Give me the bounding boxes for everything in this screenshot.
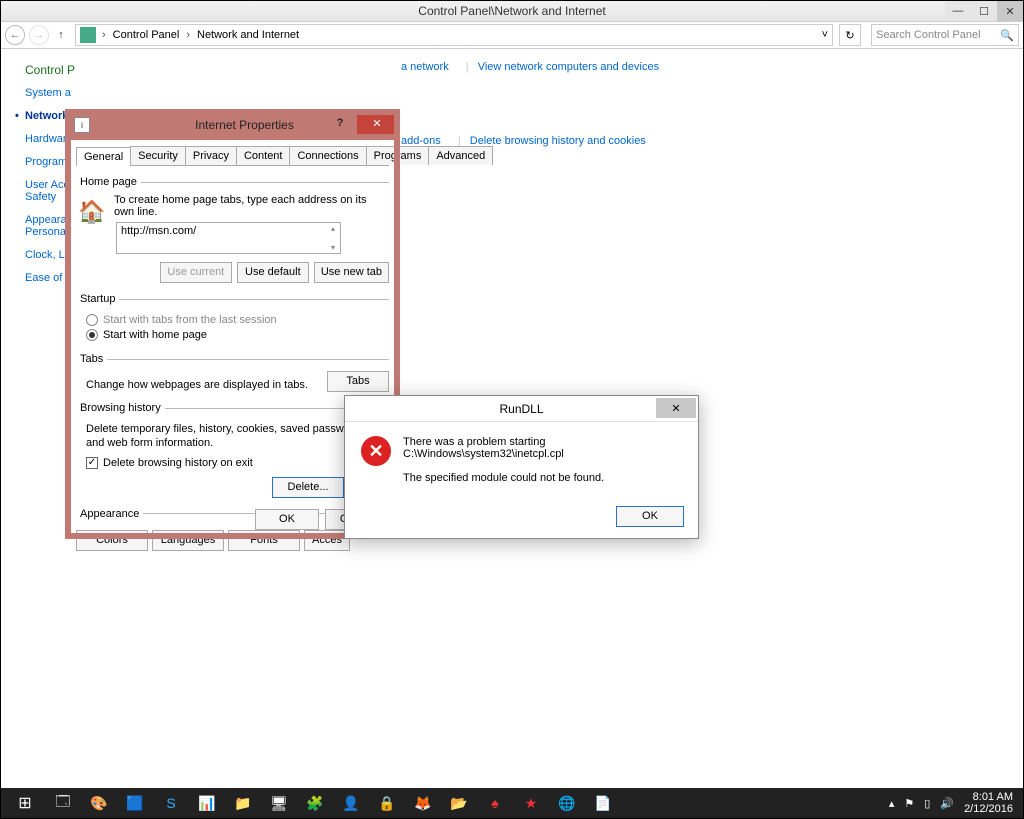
link-view-computers[interactable]: View network computers and devices — [478, 61, 659, 73]
close-button[interactable]: ✕ — [997, 1, 1023, 21]
homepage-group: Home page 🏠 To create home page tabs, ty… — [76, 176, 389, 283]
taskbar-app-icon[interactable]: 🎨 — [81, 788, 117, 818]
breadcrumb[interactable]: › Control Panel › Network and Internet ˅ — [75, 24, 833, 46]
startup-legend: Startup — [76, 293, 119, 305]
taskbar-app-icon[interactable]: 🟦 — [117, 788, 153, 818]
languages-button[interactable]: Languages — [152, 530, 224, 551]
system-tray[interactable]: ▴ ⚑ ▯ 🔊 8:01 AM 2/12/2016 — [889, 791, 1019, 815]
error-line2: The specified module could not be found. — [403, 472, 682, 484]
maximize-button[interactable]: ☐ — [971, 1, 997, 21]
address-bar: ← → ↑ › Control Panel › Network and Inte… — [1, 22, 1023, 49]
chevron-right-icon: › — [102, 29, 106, 41]
radio-home-page[interactable]: Start with home page — [86, 329, 389, 341]
up-button[interactable]: ↑ — [53, 29, 69, 41]
radio-last-session[interactable]: Start with tabs from the last session — [86, 314, 389, 326]
tab-general[interactable]: General — [76, 147, 131, 166]
error-ok-button[interactable]: OK — [616, 506, 684, 527]
tray-volume-icon[interactable]: 🔊 — [940, 797, 954, 810]
radio-icon — [86, 329, 98, 341]
startup-group: Startup Start with tabs from the last se… — [76, 293, 389, 343]
home-icon: 🏠 — [76, 196, 108, 228]
tray-network-icon[interactable]: ▯ — [924, 797, 930, 810]
homepage-url-input[interactable]: http://msn.com/ ▴▾ — [116, 222, 341, 254]
tray-flag-icon[interactable]: ⚑ — [904, 797, 914, 810]
taskbar-app-icon[interactable]: 🔒 — [369, 788, 405, 818]
taskbar-firefox-icon[interactable]: 🦊 — [405, 788, 441, 818]
dialog-close-button[interactable]: ✕ — [357, 112, 397, 134]
dialog-titlebar[interactable]: i Internet Properties ? ✕ — [66, 110, 399, 140]
scroll-buttons[interactable]: ▴▾ — [327, 224, 339, 252]
category-links: a network | View network computers and d… — [401, 61, 667, 209]
crumb-root[interactable]: Control Panel — [109, 29, 184, 41]
error-close-button[interactable]: ✕ — [656, 398, 696, 418]
taskbar[interactable]: ⊞ 🗔 🎨 🟦 S 📊 📁 🖥 🧩 👤 🔒 🦊 📂 ♠ ★ 🌐 📄 ▴ ⚑ ▯ … — [1, 788, 1023, 818]
ok-button[interactable]: OK — [255, 509, 319, 530]
tabs-button[interactable]: Tabs — [327, 371, 389, 392]
search-input[interactable]: Search Control Panel 🔍 — [871, 24, 1019, 46]
tabs-group: Tabs Change how webpages are displayed i… — [76, 353, 389, 392]
tab-advanced[interactable]: Advanced — [428, 146, 493, 165]
history-legend: Browsing history — [76, 402, 165, 414]
checkbox-icon: ✓ — [86, 457, 98, 469]
radio-icon — [86, 314, 98, 326]
search-icon: 🔍 — [1000, 29, 1014, 42]
refresh-button[interactable]: ↻ — [839, 24, 861, 46]
minimize-button[interactable]: — — [945, 1, 971, 21]
homepage-desc: To create home page tabs, type each addr… — [76, 194, 389, 218]
taskbar-app-icon[interactable]: 📂 — [441, 788, 477, 818]
error-title: RunDLL — [499, 402, 543, 416]
clock[interactable]: 8:01 AM 2/12/2016 — [964, 791, 1013, 815]
window-title: Control Panel\Network and Internet — [418, 4, 605, 18]
start-button[interactable]: ⊞ — [5, 788, 45, 818]
taskbar-app-icon[interactable]: 🧩 — [297, 788, 333, 818]
control-panel-icon — [80, 27, 96, 43]
tab-strip: General Security Privacy Content Connect… — [76, 146, 389, 166]
error-icon: ✕ — [361, 436, 391, 466]
window-titlebar: Control Panel\Network and Internet — ☐ ✕ — [1, 1, 1023, 22]
taskbar-app-icon[interactable]: 📄 — [585, 788, 621, 818]
taskbar-skype-icon[interactable]: S — [153, 788, 189, 818]
use-newtab-button[interactable]: Use new tab — [314, 262, 389, 283]
use-current-button[interactable]: Use current — [160, 262, 232, 283]
nav-header[interactable]: Control P — [25, 63, 145, 77]
taskbar-app-icon[interactable]: 👤 — [333, 788, 369, 818]
link-delete-history[interactable]: Delete browsing history and cookies — [470, 135, 646, 147]
chevron-right-icon: › — [186, 29, 190, 41]
tabs-legend: Tabs — [76, 353, 107, 365]
tab-connections[interactable]: Connections — [289, 146, 366, 165]
taskbar-app-icon[interactable]: 🖥 — [261, 788, 297, 818]
chevron-down-icon[interactable]: ˅ — [822, 29, 828, 41]
homepage-legend: Home page — [76, 176, 141, 188]
tab-security[interactable]: Security — [130, 146, 186, 165]
rundll-error-dialog: RunDLL ✕ ✕ There was a problem starting … — [344, 395, 699, 539]
taskbar-app-icon[interactable]: 🗔 — [45, 788, 81, 818]
fonts-button[interactable]: Fonts — [228, 530, 300, 551]
back-button[interactable]: ← — [5, 25, 25, 45]
taskbar-app-icon[interactable]: ♠ — [477, 788, 513, 818]
internet-options-icon: i — [74, 117, 90, 133]
forward-button[interactable]: → — [29, 25, 49, 45]
crumb-sub[interactable]: Network and Internet — [193, 29, 303, 41]
delete-button[interactable]: Delete... — [272, 477, 344, 498]
nav-system[interactable]: System a — [25, 87, 145, 99]
content-area: Control P System a Network Hardware Prog… — [1, 49, 1023, 788]
tabs-desc: Change how webpages are displayed in tab… — [86, 379, 308, 391]
error-line1: There was a problem starting C:\Windows\… — [403, 436, 682, 460]
search-placeholder: Search Control Panel — [876, 29, 981, 41]
tab-programs[interactable]: Programs — [366, 146, 430, 165]
taskbar-app-icon[interactable]: 📊 — [189, 788, 225, 818]
error-titlebar[interactable]: RunDLL ✕ — [345, 396, 698, 422]
tab-content[interactable]: Content — [236, 146, 291, 165]
link-network-a[interactable]: a network — [401, 61, 449, 73]
help-button[interactable]: ? — [325, 112, 355, 134]
taskbar-app-icon[interactable]: ★ — [513, 788, 549, 818]
history-group: Browsing history Delete temporary files,… — [76, 402, 389, 498]
taskbar-app-icon[interactable]: 🌐 — [549, 788, 585, 818]
taskbar-explorer-icon[interactable]: 📁 — [225, 788, 261, 818]
tab-privacy[interactable]: Privacy — [185, 146, 237, 165]
use-default-button[interactable]: Use default — [237, 262, 309, 283]
colors-button[interactable]: Colors — [76, 530, 148, 551]
tray-chevron-icon[interactable]: ▴ — [889, 797, 895, 810]
